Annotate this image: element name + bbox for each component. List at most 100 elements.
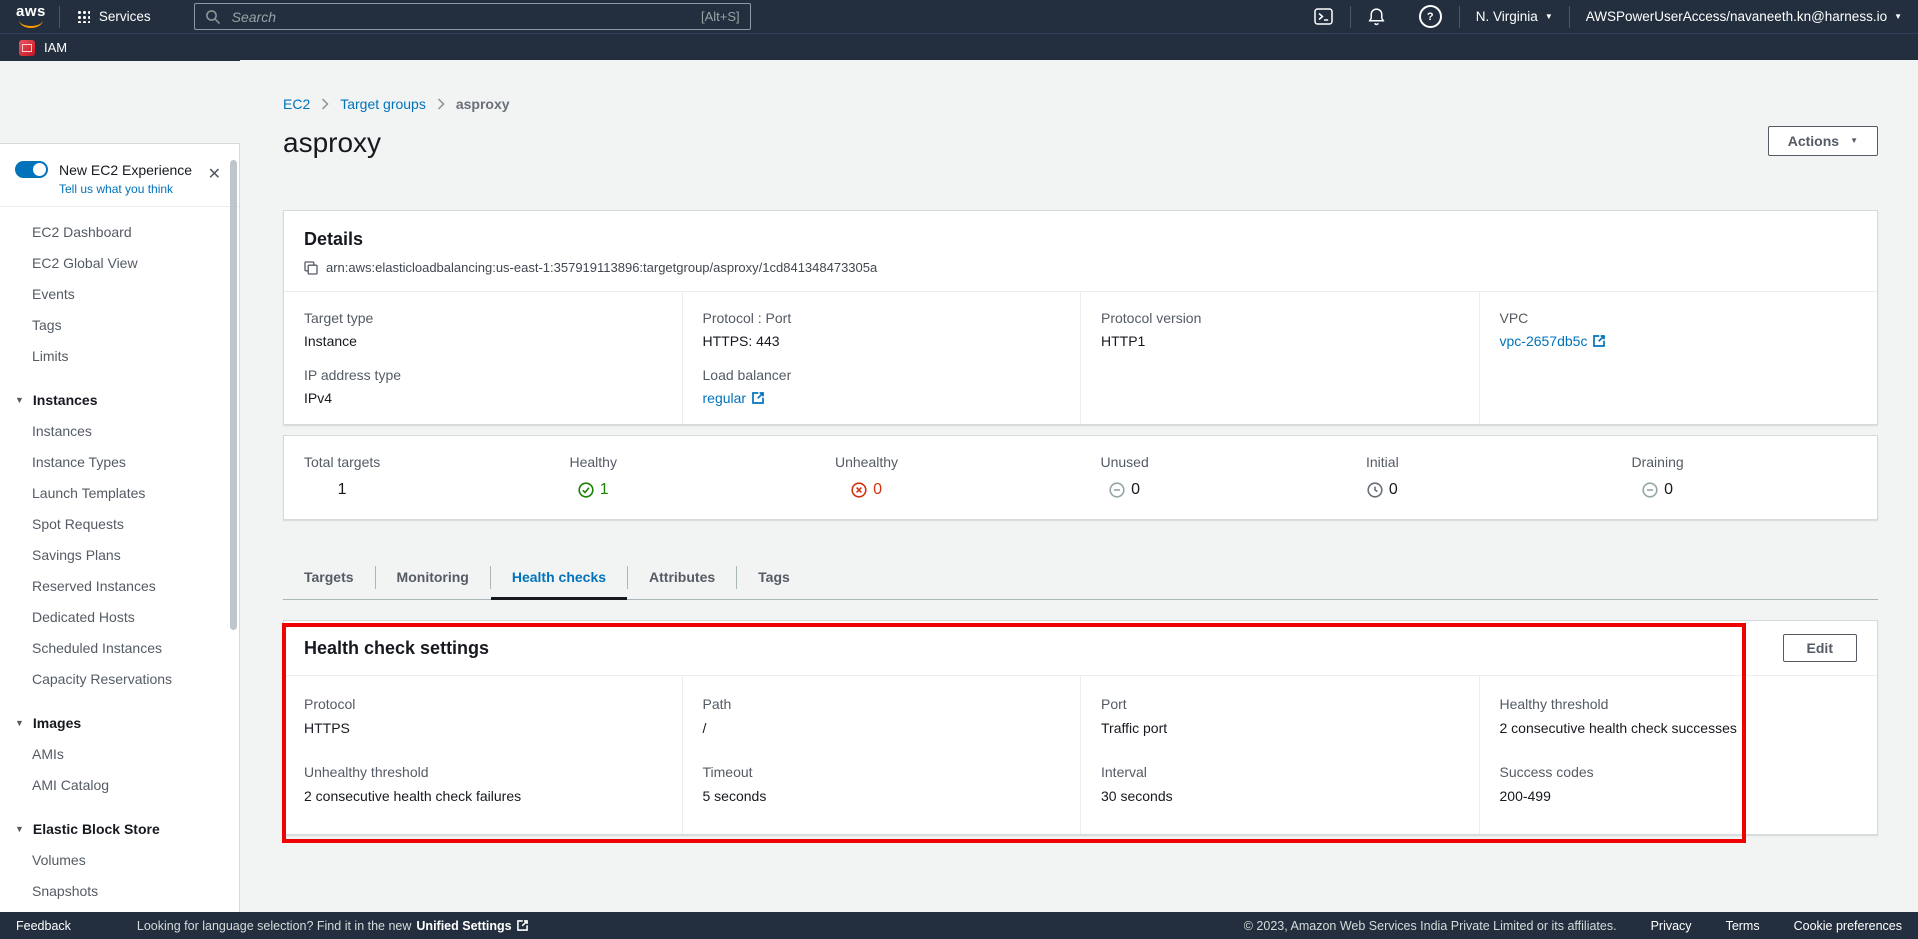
sidebar-item-launch-templates[interactable]: Launch Templates [0, 478, 239, 509]
field-value: 30 seconds [1101, 788, 1459, 804]
sidebar-item-instances[interactable]: Instances [0, 416, 239, 447]
breadcrumb: EC2 Target groups asproxy [283, 96, 1878, 112]
field-label: Protocol : Port [703, 310, 1061, 326]
close-icon[interactable]: ✕ [208, 167, 221, 183]
notifications-button[interactable] [1351, 0, 1402, 33]
details-title: Details [304, 229, 1857, 250]
privacy-link[interactable]: Privacy [1651, 919, 1692, 933]
field-label: Protocol [304, 696, 662, 712]
unified-settings-link[interactable]: Unified Settings [416, 919, 527, 933]
field-value: / [703, 720, 1061, 736]
sidebar-section-images[interactable]: ▼ Images [0, 708, 239, 739]
top-nav: aws Services [Alt+S] [0, 0, 1918, 33]
nav-right-cluster: ? N. Virginia ▼ AWSPowerUserAccess/navan… [1297, 0, 1918, 33]
new-experience-toggle[interactable] [15, 161, 48, 178]
sidebar-item-volumes[interactable]: Volumes [0, 845, 239, 876]
details-column: VPC vpc-2657db5c [1479, 292, 1878, 424]
field-value: HTTPS [304, 720, 662, 736]
chevron-down-icon: ▼ [1894, 13, 1902, 21]
sidebar-item-scheduled-instances[interactable]: Scheduled Instances [0, 633, 239, 664]
vpc-link[interactable]: vpc-2657db5c [1500, 333, 1606, 349]
details-column: Protocol : Port HTTPS: 443 Load balancer… [682, 292, 1081, 424]
sidebar-item-tags[interactable]: Tags [0, 310, 239, 341]
sidebar-item-savings-plans[interactable]: Savings Plans [0, 540, 239, 571]
summary-value: 0 [835, 481, 898, 499]
breadcrumb-target-groups-link[interactable]: Target groups [340, 96, 426, 112]
summary-value: 0 [1101, 481, 1149, 499]
field-label: Success codes [1500, 764, 1858, 780]
details-card: Details arn:aws:elasticloadbalancing:us-… [283, 210, 1878, 425]
services-menu-button[interactable]: Services [60, 0, 168, 33]
region-selector[interactable]: N. Virginia ▼ [1460, 0, 1569, 33]
search-input[interactable] [230, 8, 692, 26]
field-label: Timeout [703, 764, 1061, 780]
sidebar-menu: EC2 Dashboard EC2 Global View Events Tag… [0, 207, 239, 907]
summary-unhealthy: Unhealthy 0 [815, 454, 1081, 503]
sidebar-item-ami-catalog[interactable]: AMI Catalog [0, 770, 239, 801]
field-value: 200-499 [1500, 788, 1858, 804]
sidebar-section-instances[interactable]: ▼ Instances [0, 385, 239, 416]
field-label: Protocol version [1101, 310, 1459, 326]
notifications-bell-icon [1368, 7, 1385, 26]
copy-icon[interactable] [304, 261, 318, 275]
summary-label: Initial [1366, 454, 1399, 470]
field-label: Load balancer [703, 367, 1061, 383]
global-search: [Alt+S] [194, 3, 751, 30]
field-value: IPv4 [304, 390, 662, 406]
tab-health-checks[interactable]: Health checks [491, 556, 627, 599]
sidebar-item-capacity-reservations[interactable]: Capacity Reservations [0, 664, 239, 695]
help-icon: ? [1419, 5, 1442, 28]
sidebar-item-instance-types[interactable]: Instance Types [0, 447, 239, 478]
tell-us-link[interactable]: Tell us what you think [59, 182, 225, 196]
tab-targets[interactable]: Targets [283, 556, 375, 599]
field-label: Unhealthy threshold [304, 764, 662, 780]
summary-total-targets: Total targets 1 [284, 454, 550, 503]
aws-smile-icon [19, 18, 43, 28]
details-column: Target type Instance IP address type IPv… [284, 292, 682, 424]
sidebar-item-ec2-dashboard[interactable]: EC2 Dashboard [0, 217, 239, 248]
summary-value: 0 [1366, 481, 1399, 499]
iam-icon [19, 40, 35, 56]
field-label: Port [1101, 696, 1459, 712]
tab-tags[interactable]: Tags [737, 556, 811, 599]
actions-button[interactable]: Actions ▼ [1768, 126, 1878, 156]
edit-button[interactable]: Edit [1783, 634, 1857, 662]
summary-value: 1 [304, 481, 380, 499]
account-label: AWSPowerUserAccess/navaneeth.kn@harness.… [1586, 9, 1887, 24]
field-value: HTTPS: 443 [703, 333, 1061, 349]
field-value: 2 consecutive health check failures [304, 788, 662, 804]
help-button[interactable]: ? [1402, 0, 1459, 33]
health-check-column: Port Traffic port Interval 30 seconds [1080, 676, 1479, 834]
sidebar-item-spot-requests[interactable]: Spot Requests [0, 509, 239, 540]
sidebar-item-events[interactable]: Events [0, 279, 239, 310]
field-value: Instance [304, 333, 662, 349]
breadcrumb-ec2-link[interactable]: EC2 [283, 96, 310, 112]
tab-attributes[interactable]: Attributes [628, 556, 736, 599]
iam-shortcut-link[interactable]: IAM [44, 40, 67, 55]
sidebar-item-dedicated-hosts[interactable]: Dedicated Hosts [0, 602, 239, 633]
summary-initial: Initial 0 [1346, 454, 1612, 503]
copyright-text: © 2023, Amazon Web Services India Privat… [1244, 919, 1617, 933]
sidebar-item-reserved-instances[interactable]: Reserved Instances [0, 571, 239, 602]
app-root: aws Services [Alt+S] [0, 0, 1918, 939]
terms-link[interactable]: Terms [1726, 919, 1760, 933]
health-check-column: Path / Timeout 5 seconds [682, 676, 1081, 834]
sidebar-item-snapshots[interactable]: Snapshots [0, 876, 239, 907]
sidebar-item-ec2-global-view[interactable]: EC2 Global View [0, 248, 239, 279]
feedback-link[interactable]: Feedback [16, 919, 71, 933]
aws-logo[interactable]: aws [16, 5, 46, 28]
tab-monitoring[interactable]: Monitoring [376, 556, 490, 599]
favorites-bar: IAM [0, 33, 1918, 61]
account-menu[interactable]: AWSPowerUserAccess/navaneeth.kn@harness.… [1570, 0, 1918, 33]
cloudshell-button[interactable] [1297, 0, 1350, 33]
sidebar-section-elastic-block-store[interactable]: ▼ Elastic Block Store [0, 814, 239, 845]
field-label: Interval [1101, 764, 1459, 780]
sidebar-item-limits[interactable]: Limits [0, 341, 239, 372]
summary-value: 0 [1632, 481, 1684, 499]
tab-bar: Targets Monitoring Health checks Attribu… [283, 556, 1878, 600]
cookie-preferences-link[interactable]: Cookie preferences [1794, 919, 1902, 933]
sidebar-scrollbar[interactable] [230, 160, 237, 630]
sidebar-item-amis[interactable]: AMIs [0, 739, 239, 770]
minus-circle-icon [1642, 482, 1658, 498]
load-balancer-link[interactable]: regular [703, 390, 765, 406]
